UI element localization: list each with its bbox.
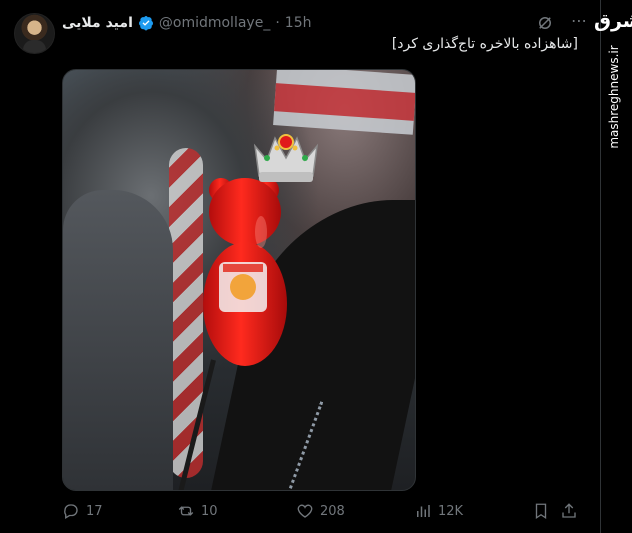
watermark-url: mashreghnews.ir: [607, 45, 621, 149]
timestamp[interactable]: 15h: [285, 15, 312, 31]
tweet-card[interactable]: امید ملایی @omidmollaye_ · 15h ⋯ [شاهزاد…: [0, 0, 600, 533]
avatar[interactable]: [14, 13, 55, 54]
handle[interactable]: @omidmollaye_: [159, 15, 270, 31]
watermark: مشرق mashreghnews.ir: [594, 0, 632, 533]
separator-dot: ·: [275, 15, 280, 31]
views-icon: [417, 505, 430, 517]
verified-badge-icon: [138, 16, 153, 31]
more-icon[interactable]: ⋯: [567, 10, 591, 34]
retweet-count: 10: [201, 503, 218, 519]
tweet-header: امید ملایی @omidmollaye_ · 15h: [62, 13, 311, 33]
tweet-text: [شاهزاده بالاخره تاج‌گذاری کرد]: [391, 36, 578, 52]
reply-count: 17: [86, 503, 103, 519]
background-banner: [273, 70, 415, 135]
display-name[interactable]: امید ملایی: [62, 15, 133, 31]
bookmark-button[interactable]: [532, 498, 550, 524]
views-count: 12K: [438, 503, 464, 519]
red-bear-bottle: [203, 178, 287, 366]
bookmark-icon: [535, 503, 547, 520]
heart-icon: [297, 504, 313, 518]
action-bar: 17 10 208 12K: [62, 498, 582, 524]
crown: [253, 134, 319, 182]
reply-icon: [64, 504, 78, 519]
background-person: [63, 190, 173, 490]
reply-button[interactable]: 17: [62, 498, 103, 524]
retweet-icon: [178, 506, 194, 516]
like-button[interactable]: 208: [296, 498, 345, 524]
retweet-button[interactable]: 10: [177, 498, 218, 524]
tweet-image[interactable]: [62, 69, 416, 491]
grok-icon[interactable]: [536, 14, 554, 32]
share-button[interactable]: [560, 498, 578, 524]
share-icon: [562, 503, 576, 518]
like-count: 208: [320, 503, 345, 519]
views-button[interactable]: 12K: [414, 498, 463, 524]
